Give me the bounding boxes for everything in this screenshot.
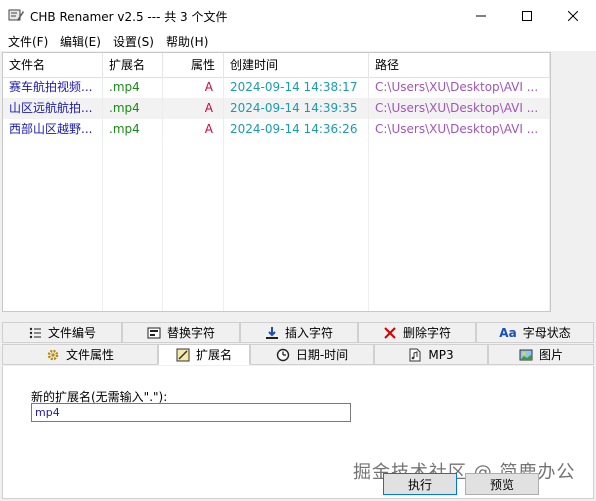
replace-icon xyxy=(147,326,161,340)
insert-arrow-icon xyxy=(265,326,279,340)
tab-label: 文件属性 xyxy=(65,348,114,362)
extension-panel: 新的扩展名(无需输入"."): 掘金技术社区 @ 简鹿办公 执行 预览 xyxy=(2,366,594,499)
tab-label: 图片 xyxy=(538,348,563,362)
maximize-icon xyxy=(522,10,532,21)
tab-replace-chars[interactable]: 替换字符 xyxy=(122,322,240,343)
extension-icon xyxy=(176,348,190,362)
cell-created: 2024-09-14 14:38:17 xyxy=(224,77,369,98)
tab-mp3[interactable]: MP3 xyxy=(374,344,488,365)
new-extension-input[interactable] xyxy=(31,403,351,422)
column-divider xyxy=(223,140,224,311)
column-created[interactable]: 创建时间 xyxy=(224,53,369,77)
maximize-button[interactable] xyxy=(504,0,550,31)
cell-filename: 赛车航拍视频... xyxy=(3,77,103,98)
table-row[interactable]: 西部山区越野... .mp4 A 2024-09-14 14:36:26 C:\… xyxy=(3,119,550,140)
tab-row-bottom: 文件属性 扩展名 日期-时间 MP3 图片 xyxy=(2,344,594,365)
tab-label: 字母状态 xyxy=(522,326,571,340)
tab-extension[interactable]: 扩展名 xyxy=(158,344,250,365)
cell-filename: 山区远航航拍... xyxy=(3,98,103,119)
tab-label: 日期-时间 xyxy=(295,348,349,362)
close-icon xyxy=(568,10,578,21)
gear-icon xyxy=(46,348,60,362)
column-divider xyxy=(368,140,369,311)
cell-extension: .mp4 xyxy=(103,119,163,140)
column-divider xyxy=(162,140,163,311)
tab-date-time[interactable]: 日期-时间 xyxy=(250,344,374,365)
menu-edit[interactable]: 编辑(E) xyxy=(60,33,101,50)
column-extension[interactable]: 扩展名 xyxy=(103,53,163,77)
column-divider xyxy=(549,140,550,311)
letter-case-icon: Aa xyxy=(499,325,517,340)
tab-file-attributes[interactable]: 文件属性 xyxy=(2,344,158,365)
tab-label: 删除字符 xyxy=(402,326,451,340)
preview-button[interactable]: 预览 xyxy=(465,473,539,495)
tab-label: 插入字符 xyxy=(284,326,333,340)
menu-settings[interactable]: 设置(S) xyxy=(113,33,154,50)
cell-path: C:\Users\XU\Desktop\AVI ... xyxy=(369,77,550,98)
cell-created: 2024-09-14 14:36:26 xyxy=(224,119,369,140)
close-button[interactable] xyxy=(550,0,596,31)
cell-extension: .mp4 xyxy=(103,98,163,119)
tab-label: 替换字符 xyxy=(166,326,215,340)
table-row[interactable]: 山区远航航拍... .mp4 A 2024-09-14 14:39:35 C:\… xyxy=(3,98,550,119)
cell-filename: 西部山区越野... xyxy=(3,119,103,140)
picture-icon xyxy=(519,348,533,362)
minimize-icon xyxy=(476,15,486,16)
tab-label: 扩展名 xyxy=(195,348,232,362)
tab-delete-chars[interactable]: 删除字符 xyxy=(358,322,476,343)
execute-button[interactable]: 执行 xyxy=(383,473,457,495)
table-row[interactable]: 赛车航拍视频... .mp4 A 2024-09-14 14:38:17 C:\… xyxy=(3,77,550,98)
cell-created: 2024-09-14 14:39:35 xyxy=(224,98,369,119)
cell-path: C:\Users\XU\Desktop\AVI ... xyxy=(369,98,550,119)
tab-insert-chars[interactable]: 插入字符 xyxy=(240,322,358,343)
menu-file[interactable]: 文件(F) xyxy=(8,33,48,50)
column-path[interactable]: 路径 xyxy=(369,53,550,77)
file-list[interactable]: 文件名 扩展名 属性 创建时间 路径 赛车航拍视频... .mp4 A 2024… xyxy=(2,52,551,312)
window-title: CHB Renamer v2.5 --- 共 3 个文件 xyxy=(30,10,228,24)
menu-bar: 文件(F) 编辑(E) 设置(S) 帮助(H) xyxy=(0,31,596,51)
delete-x-icon xyxy=(383,326,397,340)
mp3-file-icon xyxy=(408,348,422,362)
tab-label: MP3 xyxy=(428,347,454,362)
app-pencil-icon xyxy=(8,7,24,23)
minimize-button[interactable] xyxy=(458,0,504,31)
tab-label: 文件编号 xyxy=(47,326,96,340)
cell-path: C:\Users\XU\Desktop\AVI ... xyxy=(369,119,550,140)
column-attribute[interactable]: 属性 xyxy=(163,53,224,77)
tab-letter-case[interactable]: Aa 字母状态 xyxy=(476,322,594,343)
cell-extension: .mp4 xyxy=(103,77,163,98)
tab-file-numbering[interactable]: 文件编号 xyxy=(2,322,122,343)
menu-help[interactable]: 帮助(H) xyxy=(166,33,208,50)
column-filename[interactable]: 文件名 xyxy=(3,53,103,77)
list-header: 文件名 扩展名 属性 创建时间 路径 xyxy=(3,53,550,78)
cell-attribute: A xyxy=(163,77,224,98)
tab-row-top: 文件编号 替换字符 插入字符 删除字符 Aa 字母状态 xyxy=(2,322,594,343)
column-divider xyxy=(102,140,103,311)
tab-picture[interactable]: 图片 xyxy=(488,344,594,365)
clock-icon xyxy=(276,348,290,362)
cell-attribute: A xyxy=(163,98,224,119)
title-bar: CHB Renamer v2.5 --- 共 3 个文件 xyxy=(0,0,596,31)
list-numbered-icon xyxy=(28,326,42,340)
cell-attribute: A xyxy=(163,119,224,140)
